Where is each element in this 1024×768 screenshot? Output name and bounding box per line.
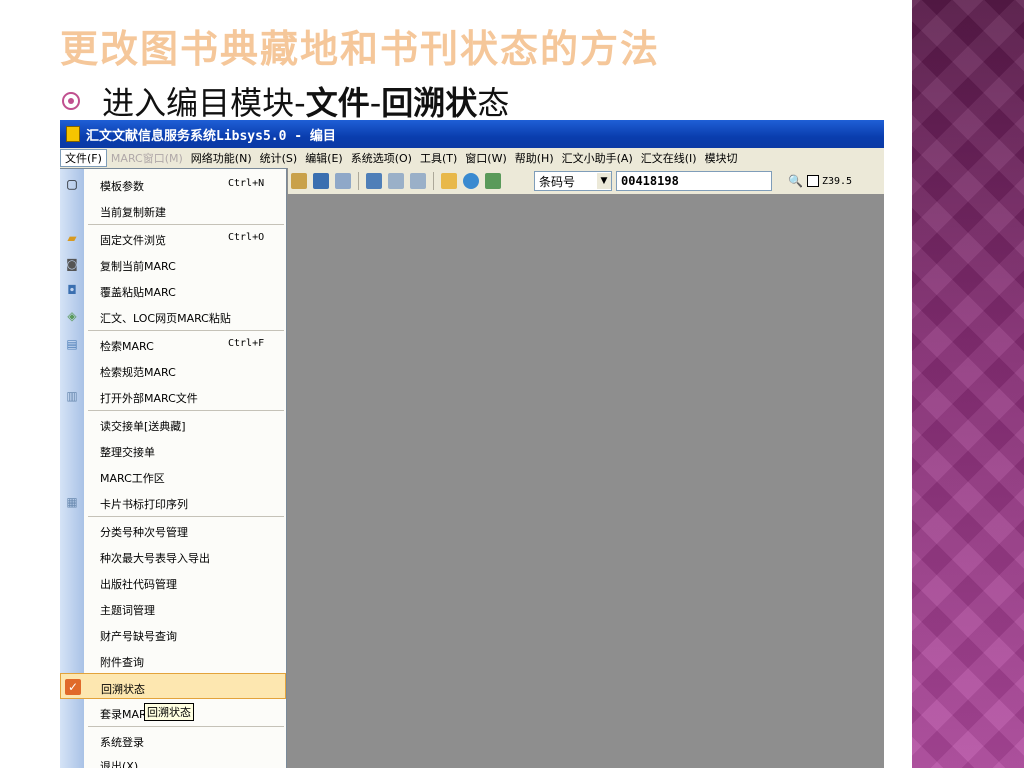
menu-item-marc-workspace[interactable]: MARC工作区 xyxy=(60,463,286,489)
binoculars-icon[interactable]: 🔍 xyxy=(788,174,803,188)
copy-icon[interactable] xyxy=(335,173,351,189)
menu-assistant[interactable]: 汇文小助手(A) xyxy=(558,150,637,166)
camera-icon: ◙ xyxy=(66,257,78,271)
search-marc-icon[interactable] xyxy=(366,173,382,189)
menu-item-copy-marc[interactable]: ◙ 复制当前MARC xyxy=(60,251,286,277)
subfield-icon[interactable] xyxy=(410,173,426,189)
menu-window[interactable]: 窗口(W) xyxy=(461,150,510,166)
open-file-icon: ▥ xyxy=(66,389,78,403)
menu-item-fixed-browse[interactable]: ▰ 固定文件浏览 Ctrl+O xyxy=(60,225,286,251)
menu-options[interactable]: 系统选项(O) xyxy=(347,150,416,166)
menu-item-copy-cataloging[interactable]: 套录MAR 回溯状态 xyxy=(60,699,286,725)
z3950-checkbox[interactable] xyxy=(806,175,819,187)
menu-item-overwrite-paste[interactable]: ◘ 覆盖粘贴MARC xyxy=(60,277,286,303)
menu-marc-window[interactable]: MARC窗口(M) xyxy=(107,150,187,166)
window-title: 汇文文献信息服务系统Libsys5.0 - 编目 xyxy=(86,128,336,144)
web-paste-icon: ◈ xyxy=(67,309,77,323)
menu-item-search-authority[interactable]: 检索规范MARC xyxy=(60,357,286,383)
menu-module-switch[interactable]: 模块切 xyxy=(701,150,742,166)
tooltip: 回溯状态 xyxy=(144,703,194,721)
search-marc-icon: ▤ xyxy=(66,337,78,351)
menu-help[interactable]: 帮助(H) xyxy=(511,150,558,166)
bullet-dash: - xyxy=(369,84,382,122)
chevron-down-icon[interactable]: ▼ xyxy=(597,173,611,189)
menu-item-open-external[interactable]: ▥ 打开外部MARC文件 xyxy=(60,383,286,409)
bullet-suffix: 态 xyxy=(477,84,510,122)
new-file-icon: ▢ xyxy=(66,177,78,191)
file-menu: ▢ 模板参数 Ctrl+N 当前复制新建 ▰ 固定文件浏览 Ctrl+O ◙ 复制当前MA… xyxy=(60,168,287,768)
app-window: 汇文文献信息服务系统Libsys5.0 - 编目 文件(F) MARC窗口(M)… xyxy=(60,120,884,768)
browser-icon[interactable] xyxy=(463,173,479,189)
menu-network[interactable]: 网络功能(N) xyxy=(187,150,256,166)
menu-item-web-paste[interactable]: ◈ 汇文、LOC网页MARC粘贴 xyxy=(60,303,286,329)
menu-item-class-number[interactable]: 分类号种次号管理 xyxy=(60,517,286,543)
menu-tools[interactable]: 工具(T) xyxy=(416,150,461,166)
folder-icon[interactable] xyxy=(441,173,457,189)
window-titlebar[interactable]: 汇文文献信息服务系统Libsys5.0 - 编目 xyxy=(60,120,884,148)
menu-item-sort-handover[interactable]: 整理交接单 xyxy=(60,437,286,463)
menu-item-card-print[interactable]: ▦ 卡片书标打印序列 xyxy=(60,489,286,515)
slide-title: 更改图书典藏地和书刊状态的方法 xyxy=(60,26,661,71)
search-type-value: 条码号 xyxy=(539,174,576,189)
slide-bullet: 进入编目模块-文件-回溯状态 xyxy=(62,78,509,124)
menu-item-subject-terms[interactable]: 主题词管理 xyxy=(60,595,286,621)
menu-item-login[interactable]: 系统登录 xyxy=(60,727,286,753)
bullet-prefix: 进入编目模块- xyxy=(102,84,306,122)
menu-edit[interactable]: 编辑(E) xyxy=(301,150,347,166)
menu-item-missing-property[interactable]: 财产号缺号查询 xyxy=(60,621,286,647)
menu-item-exit[interactable]: 退出(X) xyxy=(60,751,286,768)
field-icon[interactable] xyxy=(388,173,404,189)
menu-item-read-handover[interactable]: 读交接单[送典藏] xyxy=(60,411,286,437)
z3950-label: Z39.5 xyxy=(821,175,853,187)
menubar: 文件(F) MARC窗口(M) 网络功能(N) 统计(S) 编辑(E) 系统选项… xyxy=(60,148,884,168)
users-icon[interactable] xyxy=(485,173,501,189)
toolbar-separator xyxy=(358,172,359,190)
toolbar: 条码号 ▼ 00418198 🔍 Z39.5 xyxy=(288,168,884,194)
menu-item-retro-status[interactable]: ✓ 回溯状态 xyxy=(60,673,286,699)
bullet-file: 文件 xyxy=(305,84,370,122)
toolbar-separator xyxy=(433,172,434,190)
bullet-retro: 回溯状 xyxy=(381,84,478,122)
menu-item-import-export[interactable]: 种次最大号表导入导出 xyxy=(60,543,286,569)
decorative-band xyxy=(912,0,1024,768)
bullet-icon xyxy=(62,92,80,110)
menu-item-copy-new[interactable]: 当前复制新建 xyxy=(60,197,286,223)
checkmark-icon: ✓ xyxy=(65,679,81,695)
paste-marc-icon: ◘ xyxy=(67,283,77,297)
menu-item-search-marc[interactable]: ▤ 检索MARC Ctrl+F xyxy=(60,331,286,357)
search-type-select[interactable]: 条码号 ▼ xyxy=(534,171,612,191)
undo-icon[interactable] xyxy=(313,173,329,189)
folder-open-icon: ▰ xyxy=(67,231,77,245)
paste-icon[interactable] xyxy=(291,173,307,189)
search-input[interactable]: 00418198 xyxy=(616,171,772,191)
menu-item-publisher-codes[interactable]: 出版社代码管理 xyxy=(60,569,286,595)
menu-item-template-params[interactable]: ▢ 模板参数 Ctrl+N xyxy=(60,171,286,197)
print-queue-icon: ▦ xyxy=(66,495,78,509)
menu-file[interactable]: 文件(F) xyxy=(60,149,107,167)
app-icon xyxy=(66,126,80,142)
menu-online[interactable]: 汇文在线(I) xyxy=(637,150,701,166)
menu-item-attachments[interactable]: 附件查询 xyxy=(60,647,286,673)
menu-stats[interactable]: 统计(S) xyxy=(256,150,302,166)
